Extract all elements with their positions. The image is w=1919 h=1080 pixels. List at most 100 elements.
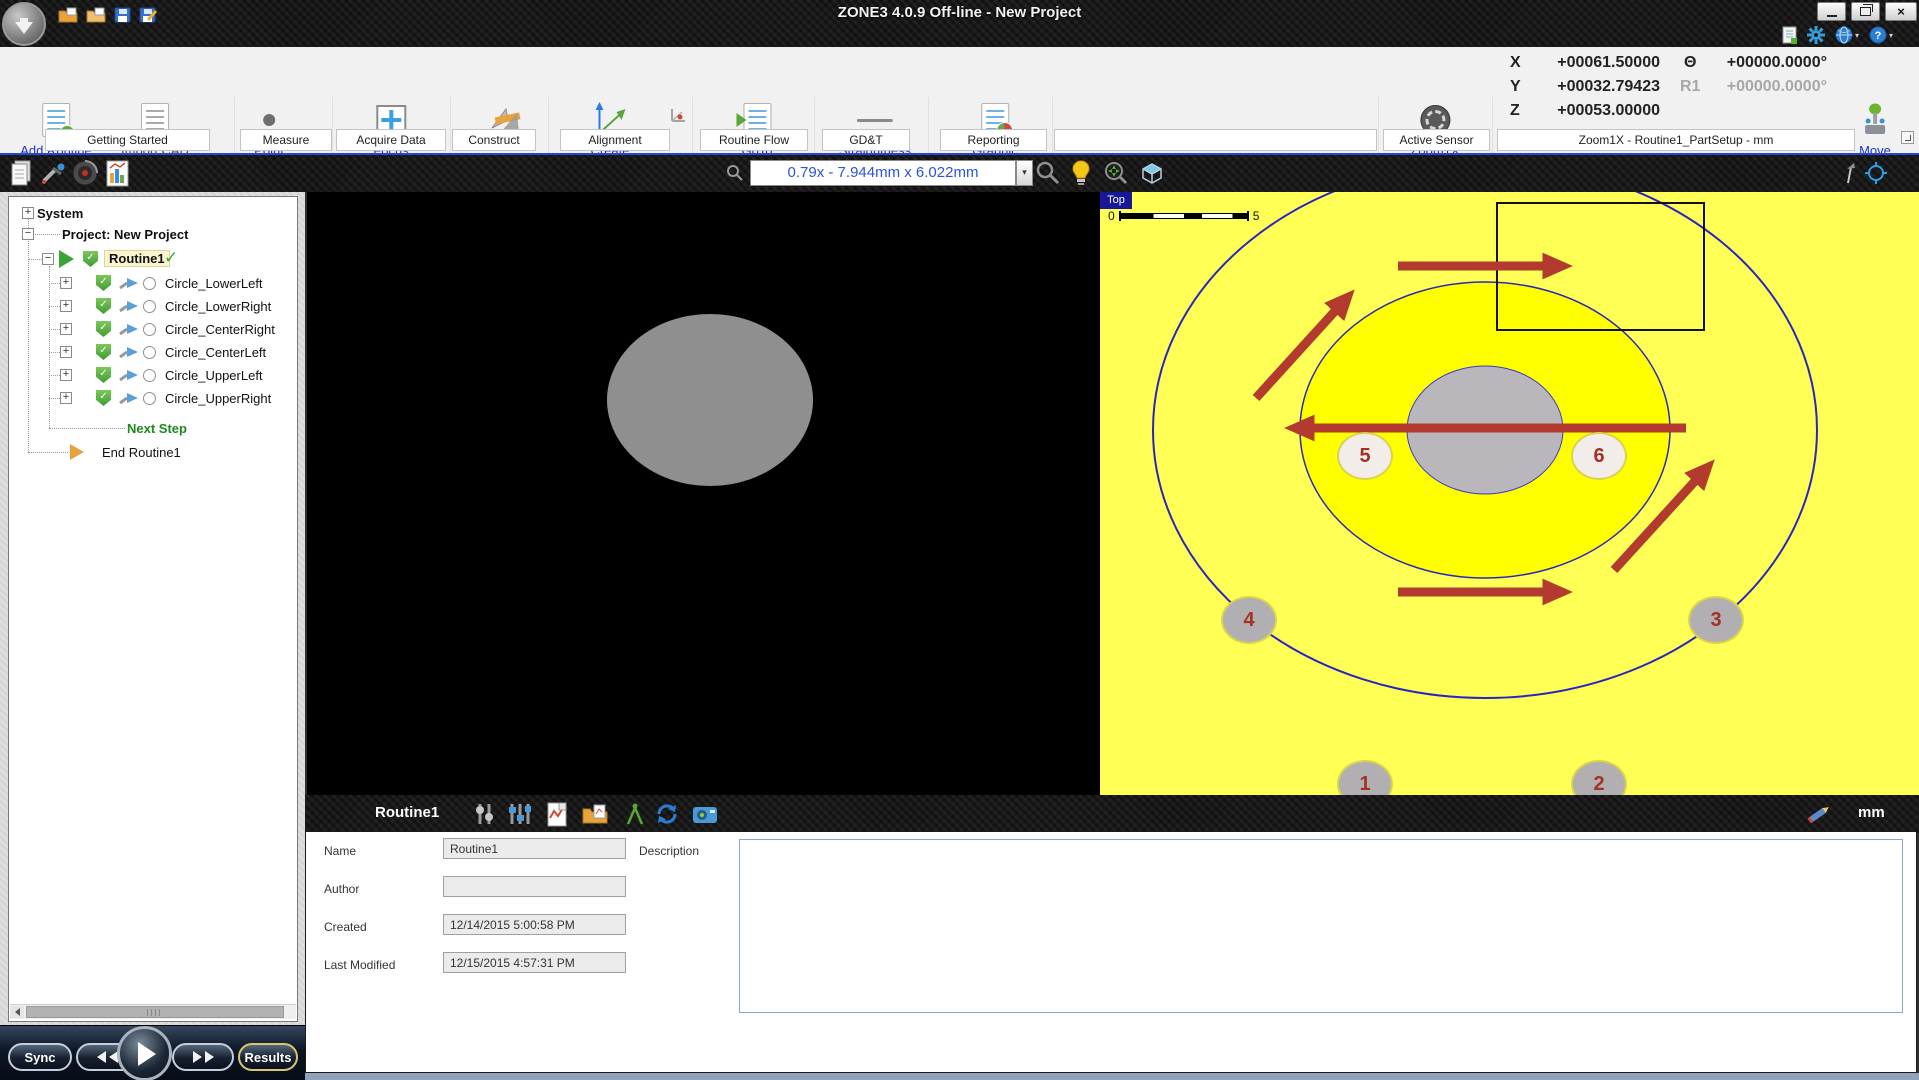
ribbon-group-reporting[interactable]: Reporting — [940, 129, 1047, 151]
package-folder-icon[interactable] — [581, 801, 609, 827]
dro-y-value: +00032.79423 — [1540, 78, 1660, 96]
created-label: Created — [324, 920, 367, 934]
parameters-icon[interactable] — [470, 801, 498, 827]
sync-refresh-icon[interactable] — [653, 801, 681, 827]
magnifier-icon[interactable] — [1036, 161, 1060, 185]
report-document-icon[interactable] — [1782, 26, 1797, 44]
report-icon[interactable] — [543, 801, 571, 827]
last-modified-input[interactable] — [443, 952, 626, 973]
tree-horizontal-scrollbar[interactable] — [10, 1004, 296, 1019]
edit-pencil-icon[interactable] — [1805, 801, 1833, 827]
ribbon-group-measure[interactable]: Measure — [240, 129, 332, 151]
expander-icon[interactable]: − — [22, 228, 34, 240]
play-button[interactable] — [117, 1026, 172, 1080]
description-input[interactable] — [739, 839, 1903, 1013]
ribbon-group-active-sensor[interactable]: Active Sensor — [1383, 129, 1490, 151]
tree-item-routine1[interactable]: − ✓ Routine1 ✓ — [10, 248, 296, 270]
restore-button[interactable] — [1851, 2, 1880, 21]
waypoint-4[interactable]: 4 — [1221, 596, 1277, 644]
expander-icon[interactable]: + — [60, 346, 72, 358]
ribbon-group-alignment[interactable]: Alignment — [560, 129, 670, 151]
scrollbar-thumb[interactable] — [26, 1006, 284, 1018]
expander-icon[interactable]: + — [60, 300, 72, 312]
tree-item-project[interactable]: − Project: New Project — [10, 223, 296, 245]
minimize-icon — [1827, 15, 1837, 17]
results-chart-icon[interactable] — [106, 160, 129, 187]
author-input[interactable] — [443, 876, 626, 897]
sensor-camera-icon[interactable] — [691, 801, 719, 827]
waypoint-3[interactable]: 3 — [1688, 596, 1744, 644]
ribbon-group-partsetup[interactable]: Zoom1X - Routine1_PartSetup - mm — [1497, 129, 1855, 151]
help-icon[interactable]: ?▾ — [1869, 26, 1893, 44]
fast-forward-button[interactable] — [172, 1043, 234, 1071]
cad-drawing — [1100, 192, 1919, 795]
move-button[interactable]: Move — [1859, 99, 1891, 158]
settings-gear-icon[interactable] — [1807, 26, 1825, 44]
view-cube-icon[interactable] — [1138, 161, 1165, 186]
probe-tool-icon[interactable] — [40, 161, 66, 185]
zoom-fit-icon[interactable] — [1104, 161, 1128, 185]
expander-icon[interactable]: − — [42, 253, 54, 265]
ribbon-group-acquire-data[interactable]: Acquire Data — [336, 129, 446, 151]
cad-view[interactable]: 1 2 3 4 5 6 Top 0 5 — [1100, 192, 1919, 795]
save-icon[interactable] — [114, 7, 131, 23]
ribbon-group-gdt[interactable]: GD&T — [822, 129, 910, 151]
open-routine-icon[interactable] — [86, 7, 106, 23]
ribbon-expander-icon[interactable] — [1901, 131, 1914, 144]
tree-item-circle-centerright[interactable]: + ✓ Circle_CenterRight — [10, 318, 296, 340]
tree-item-circle-upperright[interactable]: + ✓ Circle_UpperRight — [10, 387, 296, 409]
play-routine-icon[interactable] — [59, 250, 74, 268]
tree-item-circle-centerleft[interactable]: + ✓ Circle_CenterLeft — [10, 341, 296, 363]
alignment-mini-axes-icon — [668, 105, 688, 125]
save-as-icon[interactable] — [139, 7, 157, 23]
scrollbar-left-arrow[interactable] — [10, 1006, 24, 1018]
tree-item-system[interactable]: + System — [10, 202, 296, 224]
tree-item-circle-lowerright[interactable]: + ✓ Circle_LowerRight — [10, 295, 296, 317]
expander-icon[interactable]: + — [60, 277, 72, 289]
alignment-tool-button[interactable] — [668, 103, 688, 127]
lightbulb-icon[interactable] — [1072, 160, 1090, 187]
probe-pointer-icon[interactable] — [1838, 161, 1858, 185]
tree-item-circle-upperleft[interactable]: + ✓ Circle_UpperLeft — [10, 364, 296, 386]
tree-item-end-routine1[interactable]: End Routine1 — [10, 441, 296, 463]
ribbon-group-construct[interactable]: Construct — [452, 129, 536, 151]
settings-sliders-icon[interactable] — [505, 801, 533, 827]
language-globe-icon[interactable]: ▾ — [1835, 26, 1859, 44]
tree-item-label: Project: New Project — [62, 227, 188, 242]
probe-icon — [118, 322, 140, 337]
name-input[interactable] — [443, 838, 626, 859]
video-zoom-selector[interactable]: 0.79x - 7.944mm x 6.022mm — [750, 160, 1016, 186]
tree-item-label: Circle_LowerLeft — [165, 276, 263, 291]
tree-item-next-step[interactable]: Next Step — [10, 417, 296, 439]
video-view[interactable] — [307, 192, 1100, 795]
ribbon-group-routine-flow[interactable]: Routine Flow — [700, 129, 808, 151]
crosshair-target-icon[interactable] — [1864, 161, 1889, 186]
measure-compass-icon[interactable] — [621, 801, 649, 827]
open-project-icon[interactable] — [58, 7, 78, 23]
close-button[interactable]: × — [1885, 2, 1917, 21]
results-button[interactable]: Results — [238, 1043, 298, 1071]
units-label: mm — [1858, 804, 1885, 821]
expander-icon[interactable]: + — [60, 369, 72, 381]
routine-list-icon[interactable] — [10, 160, 32, 186]
created-input[interactable] — [443, 914, 626, 935]
probe-icon — [118, 391, 140, 406]
circle-feature-icon — [143, 392, 156, 405]
expander-icon[interactable]: + — [60, 392, 72, 404]
search-icon[interactable] — [726, 164, 744, 182]
camera-lens-icon[interactable] — [72, 160, 99, 187]
ribbon-group-getting-started[interactable]: Getting Started — [45, 129, 210, 151]
tree-item-circle-lowerleft[interactable]: + ✓ Circle_LowerLeft — [10, 272, 296, 294]
expander-icon[interactable]: + — [60, 323, 72, 335]
waypoint-5[interactable]: 5 — [1337, 432, 1393, 480]
expander-icon[interactable]: + — [22, 207, 34, 219]
app-menu-button[interactable] — [2, 2, 46, 46]
last-modified-label: Last Modified — [324, 958, 395, 972]
routine-complete-check-icon: ✓ — [164, 248, 178, 268]
tree-item-label: Routine1 — [104, 250, 170, 267]
video-zoom-dropdown-arrow[interactable]: ▾ — [1016, 160, 1033, 186]
ribbon-group-empty — [1054, 129, 1377, 151]
waypoint-6[interactable]: 6 — [1571, 432, 1627, 480]
sync-button[interactable]: Sync — [8, 1043, 72, 1071]
minimize-button[interactable] — [1817, 2, 1846, 21]
